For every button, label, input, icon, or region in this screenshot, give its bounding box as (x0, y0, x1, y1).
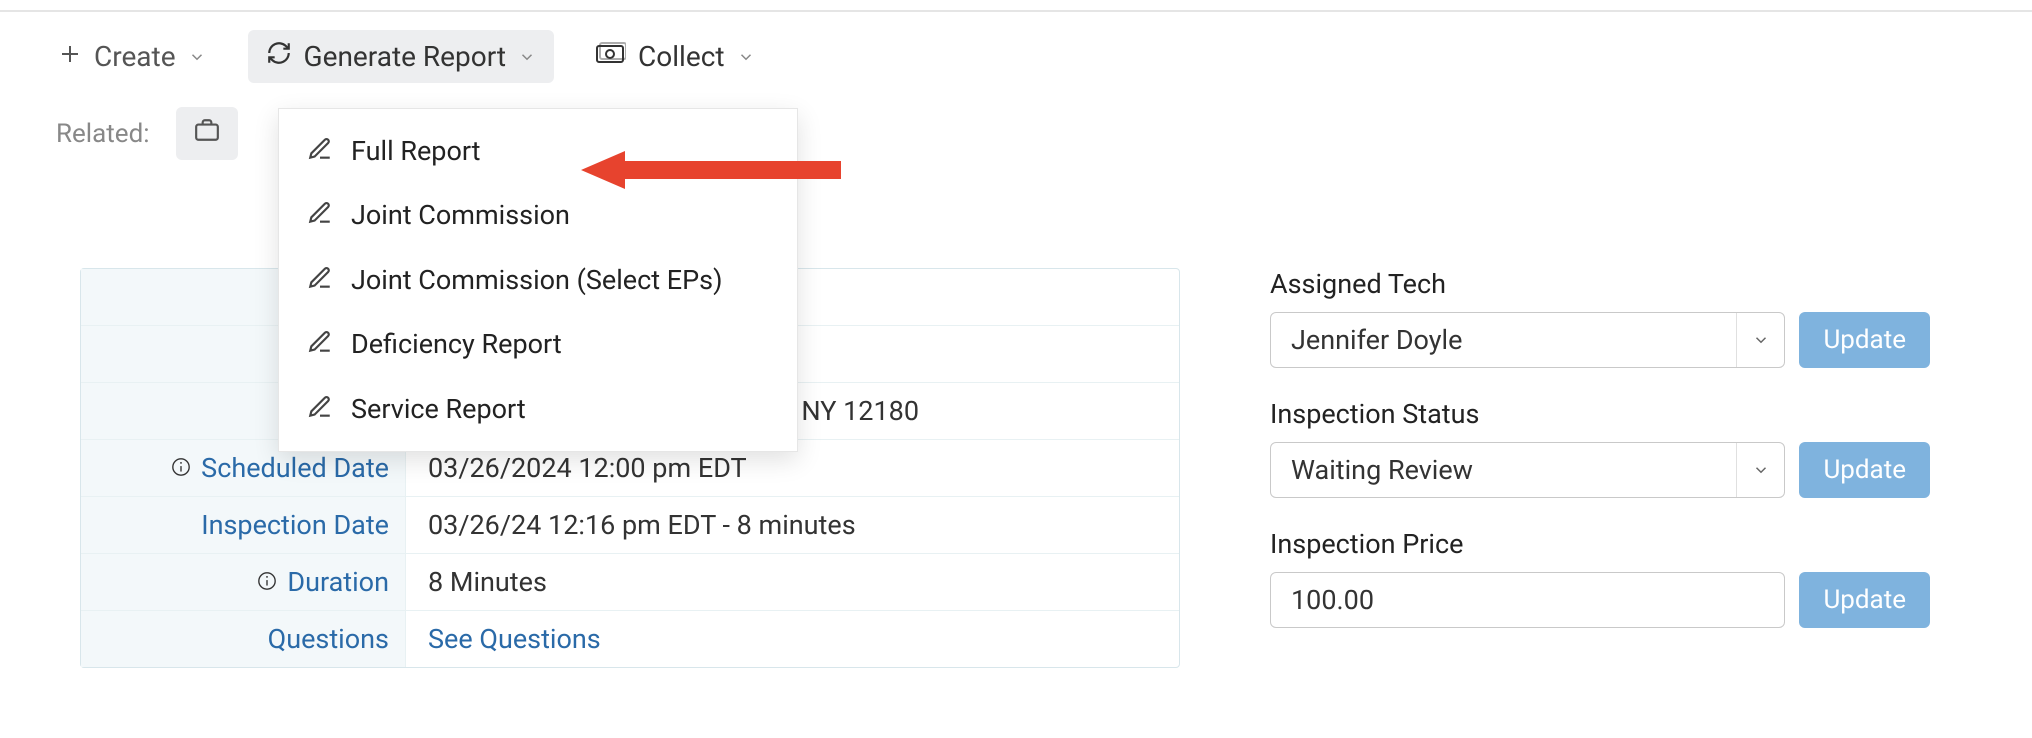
edit-icon (307, 136, 333, 169)
generate-report-dropdown: Full Report Joint Commission Joint Commi… (278, 108, 798, 452)
inspection-price-label: Inspection Price (1270, 528, 1930, 560)
collect-label: Collect (638, 40, 724, 73)
details-row-questions: Questions See Questions (81, 611, 1179, 667)
inspection-price-input[interactable] (1270, 572, 1785, 628)
details-value-duration: 8 Minutes (406, 554, 1179, 610)
collect-button[interactable]: Collect (578, 30, 772, 83)
generate-report-label: Generate Report (304, 40, 506, 73)
inspection-status-value: Waiting Review (1271, 454, 1736, 486)
create-label: Create (94, 40, 176, 73)
dropdown-item-label: Joint Commission (Select EPs) (351, 262, 723, 298)
see-questions-link[interactable]: See Questions (406, 611, 1179, 667)
details-label-inspection-date: Inspection Date (81, 497, 406, 553)
edit-icon (307, 265, 333, 298)
inspection-status-group: Inspection Status Waiting Review Update (1270, 398, 1930, 498)
chevron-down-icon (188, 48, 206, 66)
edit-icon (307, 329, 333, 362)
update-inspection-price-button[interactable]: Update (1799, 572, 1930, 628)
details-label-questions: Questions (81, 611, 406, 667)
chevron-down-icon (1736, 443, 1784, 497)
info-icon (171, 452, 191, 484)
generate-report-button[interactable]: Generate Report (248, 30, 554, 83)
dropdown-item-service-report[interactable]: Service Report (279, 377, 797, 441)
dropdown-item-full-report[interactable]: Full Report (279, 119, 797, 183)
assigned-tech-value: Jennifer Doyle (1271, 324, 1736, 356)
details-row-inspection: Inspection Date 03/26/24 12:16 pm EDT - … (81, 497, 1179, 554)
inspection-status-select[interactable]: Waiting Review (1270, 442, 1785, 498)
dropdown-item-label: Service Report (351, 391, 526, 427)
assigned-tech-group: Assigned Tech Jennifer Doyle Update (1270, 268, 1930, 368)
dropdown-item-deficiency-report[interactable]: Deficiency Report (279, 312, 797, 376)
create-button[interactable]: Create (40, 30, 224, 83)
plus-icon (58, 40, 82, 73)
right-panel: Assigned Tech Jennifer Doyle Update Insp… (1270, 268, 1930, 658)
refresh-icon (266, 40, 292, 73)
toolbar: Create Generate Report Collect (0, 12, 2032, 101)
related-chip[interactable] (176, 107, 238, 160)
briefcase-icon (194, 117, 220, 150)
inspection-price-group: Inspection Price Update (1270, 528, 1930, 628)
details-label-duration: Duration (81, 554, 406, 610)
details-row-duration: Duration 8 Minutes (81, 554, 1179, 611)
related-label: Related: (56, 119, 150, 149)
money-icon (596, 40, 626, 73)
assigned-tech-select[interactable]: Jennifer Doyle (1270, 312, 1785, 368)
dropdown-item-label: Deficiency Report (351, 326, 562, 362)
chevron-down-icon (518, 48, 536, 66)
info-icon (257, 566, 277, 598)
details-value-inspection-date: 03/26/24 12:16 pm EDT - 8 minutes (406, 497, 1179, 553)
dropdown-item-label: Full Report (351, 133, 481, 169)
edit-icon (307, 394, 333, 427)
dropdown-item-joint-commission[interactable]: Joint Commission (279, 183, 797, 247)
dropdown-item-label: Joint Commission (351, 197, 570, 233)
assigned-tech-label: Assigned Tech (1270, 268, 1930, 300)
inspection-status-label: Inspection Status (1270, 398, 1930, 430)
edit-icon (307, 200, 333, 233)
chevron-down-icon (737, 48, 755, 66)
chevron-down-icon (1736, 313, 1784, 367)
update-inspection-status-button[interactable]: Update (1799, 442, 1930, 498)
dropdown-item-joint-commission-select[interactable]: Joint Commission (Select EPs) (279, 248, 797, 312)
update-assigned-tech-button[interactable]: Update (1799, 312, 1930, 368)
